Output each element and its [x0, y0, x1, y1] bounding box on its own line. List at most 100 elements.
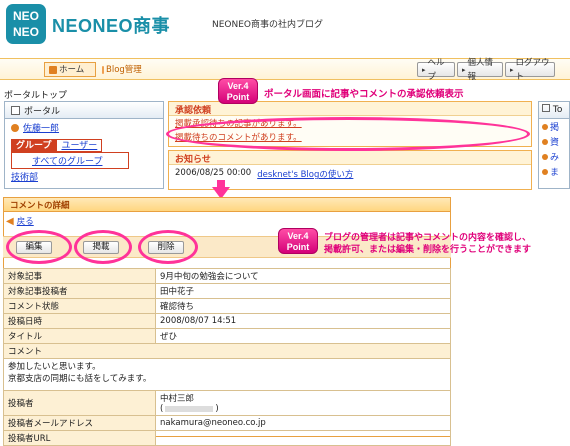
highlight-circle — [138, 230, 198, 264]
side-item-label: ま — [550, 168, 560, 178]
detail-title: コメントの詳細 — [4, 198, 450, 212]
bullet-icon — [542, 138, 548, 145]
comment-line2: 京都支店の同期にも話をしてみます。 — [8, 374, 152, 384]
comment-body: 参加したいと思います。 京都支店の同期にも話をしてみます。 — [3, 358, 451, 391]
separator-icon — [102, 65, 104, 74]
highlight-circle — [6, 230, 72, 264]
row-value: 田中花子 — [155, 283, 451, 299]
bullet-icon — [542, 153, 548, 160]
table-row: コメント状態 確認待ち — [3, 298, 451, 314]
version-badge: Ver.4 Point — [278, 228, 318, 254]
poster-label: 投稿者 — [3, 390, 156, 416]
todo-side-panel: To 掲 資 み ま — [538, 101, 570, 189]
back-arrow-icon: ◀ — [6, 215, 14, 227]
highlight-circle — [166, 117, 530, 151]
logout-label: ログアウト — [515, 57, 550, 82]
side-header-label: To — [552, 105, 563, 115]
blurred-text — [165, 406, 214, 412]
url-label: 投稿者URL — [3, 430, 156, 446]
nav-home-label: ホーム — [59, 64, 85, 75]
side-item[interactable]: ま — [539, 164, 569, 179]
table-row: コメント — [3, 343, 451, 359]
arrow-right-icon: ▸ — [462, 65, 466, 74]
row-label: 投稿日時 — [3, 313, 156, 329]
row-value: 9月中旬の勉強会について — [155, 268, 451, 284]
url-value — [155, 430, 451, 446]
company-name: NEONEO商事 — [52, 16, 171, 36]
side-item-label: 資 — [550, 138, 560, 148]
badge-version: Ver.4 — [287, 231, 309, 241]
back-label: 戻る — [16, 217, 34, 227]
side-item[interactable]: 掲 — [539, 119, 569, 134]
table-row: タイトル ぜひ — [3, 328, 451, 344]
group-tabs: グループ ユーザー — [11, 139, 163, 152]
logo-line1: NEO — [12, 9, 39, 23]
table-row: 投稿者URL — [3, 430, 451, 446]
user-icon — [11, 123, 19, 132]
tab-group[interactable]: グループ — [11, 139, 57, 152]
breadcrumb: ポータルトップ — [4, 91, 68, 101]
portal-icon — [11, 105, 20, 115]
highlight-circle — [74, 230, 132, 264]
user-row: 佐藤一郎 — [5, 119, 163, 136]
nav-blog-admin-button[interactable]: Blog管理 — [98, 62, 158, 77]
paren-close: ) — [215, 404, 219, 414]
callout-admin-line2: 掲載許可、または編集・削除を行うことができます — [324, 245, 532, 255]
portal-tree-title: ポータル — [24, 106, 61, 117]
row-label: コメント状態 — [3, 298, 156, 314]
badge-point: Point — [226, 92, 250, 102]
comment-detail-table: 対象記事 9月中旬の勉強会について 対象記事投稿者 田中花子 コメント状態 確認待ち … — [3, 268, 451, 446]
row-value: ぜひ — [155, 328, 451, 344]
help-label: ヘルプ — [427, 57, 445, 82]
row-label: 対象記事投稿者 — [3, 283, 156, 299]
poster-value: 中村三郎 ( ) — [155, 390, 451, 416]
side-item-label: 掲 — [550, 123, 560, 133]
comment-line1: 参加したいと思います。 — [8, 362, 101, 372]
row-value: 確認待ち — [155, 298, 451, 314]
tab-user[interactable]: ユーザー — [56, 139, 103, 152]
side-item[interactable]: み — [539, 149, 569, 164]
help-button[interactable]: ▸ ヘルプ — [417, 58, 455, 82]
personal-info-button[interactable]: ▸ 個人情報 — [457, 58, 503, 82]
dept-link[interactable]: 技術部 — [5, 169, 163, 184]
badge-version: Ver.4 — [227, 81, 249, 91]
email-value: nakamura@neoneo.co.jp — [155, 415, 451, 431]
paren-open: ( — [160, 404, 164, 414]
bullet-icon — [542, 123, 548, 130]
table-row: 対象記事投稿者 田中花子 — [3, 283, 451, 299]
row-label: タイトル — [3, 328, 156, 344]
table-row: 対象記事 9月中旬の勉強会について — [3, 268, 451, 284]
row-label: 対象記事 — [3, 268, 156, 284]
news-title: お知らせ — [169, 151, 531, 165]
news-link[interactable]: desknet's Blogの使い方 — [257, 168, 353, 180]
logo-line2: NEO — [12, 25, 39, 39]
portal-tree-panel: ポータル 佐藤一郎 グループ ユーザー すべてのグループ 技術部 — [4, 101, 164, 189]
nav-blog-admin-label: Blog管理 — [106, 64, 142, 75]
table-row: 投稿日時 2008/08/07 14:51 — [3, 313, 451, 329]
callout-portal: ポータル画面に記事やコメントの承認依頼表示 — [264, 89, 464, 100]
comment-label: コメント — [3, 343, 451, 359]
side-item-label: み — [550, 153, 560, 163]
arrow-right-icon: ▸ — [510, 65, 514, 74]
back-link[interactable]: ◀ 戻る — [6, 215, 34, 228]
poster-sub: ( ) — [160, 404, 446, 414]
arrow-right-icon: ▸ — [422, 65, 426, 74]
table-row: 投稿者 中村三郎 ( ) — [3, 390, 451, 416]
bullet-icon — [542, 168, 548, 175]
all-groups-link[interactable]: すべてのグループ — [11, 152, 129, 169]
side-item[interactable]: 資 — [539, 134, 569, 149]
portal-tree-header: ポータル — [5, 102, 163, 119]
poster-name: 中村三郎 — [160, 394, 195, 404]
side-header: To — [539, 102, 569, 119]
version-badge: Ver.4 Point — [218, 78, 258, 104]
email-label: 投稿者メールアドレス — [3, 415, 156, 431]
badge-point: Point — [286, 242, 310, 252]
todo-icon — [542, 104, 550, 112]
logout-button[interactable]: ▸ ログアウト — [505, 58, 555, 82]
nav-home-button[interactable]: ホーム — [44, 62, 96, 77]
company-logo: NEO NEO — [6, 4, 46, 44]
user-link[interactable]: 佐藤一郎 — [23, 121, 59, 134]
personal-info-label: 個人情報 — [467, 57, 494, 82]
site-subtitle: NEONEO商事の社内ブログ — [212, 20, 324, 30]
table-row: 投稿者メールアドレス nakamura@neoneo.co.jp — [3, 415, 451, 431]
